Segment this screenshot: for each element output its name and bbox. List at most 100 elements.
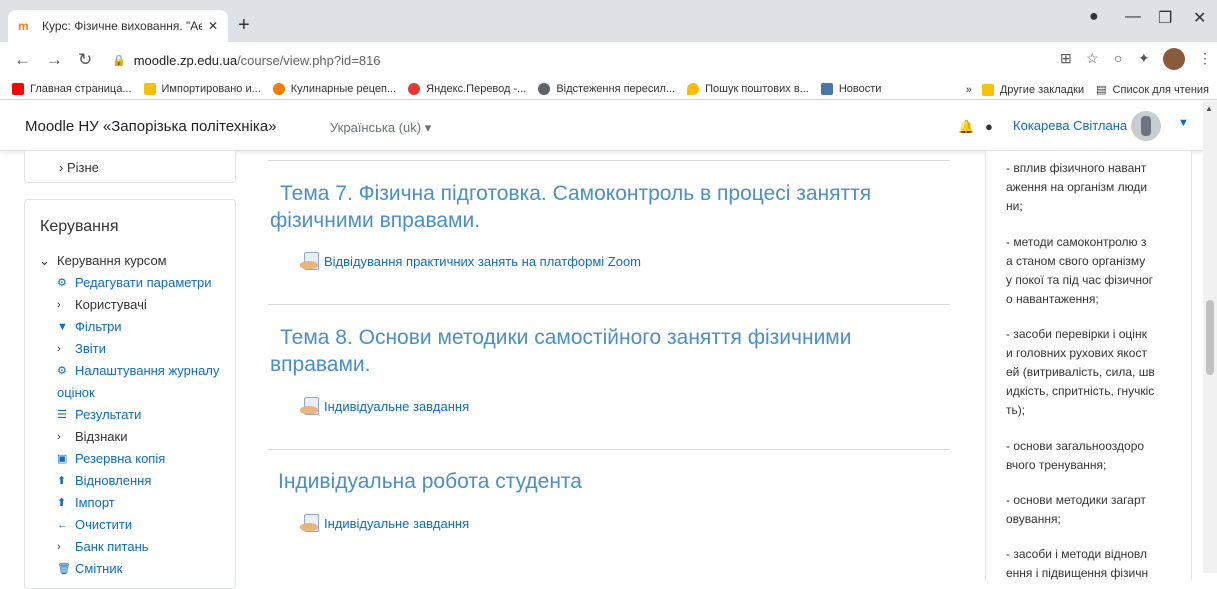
section-divider [268, 304, 950, 305]
section-title-individual-work[interactable]: Індивідуальна робота студента [278, 468, 582, 495]
administration-title: Керування [40, 218, 119, 235]
recipe-site-icon [272, 82, 285, 95]
back-arrow-icon[interactable]: ← [14, 50, 31, 70]
admin-item-backup[interactable]: ▣ Резервна копія [39, 448, 219, 470]
user-name[interactable]: Кокарева Світлана [1013, 118, 1127, 133]
section-divider [268, 449, 950, 450]
forward-arrow-icon[interactable]: → [46, 50, 63, 70]
scroll-up-arrow-icon[interactable]: ▲ [1205, 104, 1213, 113]
globe-icon [538, 82, 551, 95]
extension-icon[interactable]: ○ [1114, 50, 1122, 66]
section-title-topic-7[interactable]: Тема 7. Фізична підготовка. Самоконтроль… [270, 180, 871, 234]
puzzle-icon[interactable]: ✦ [1138, 50, 1150, 67]
new-tab-icon[interactable]: + [238, 14, 250, 37]
language-menu[interactable]: Українська (uk) ▾ [330, 120, 431, 136]
youtube-icon [12, 82, 24, 95]
admin-item-outcomes[interactable]: ☰ Результати [39, 404, 219, 426]
arrow-left-icon: ← [57, 519, 68, 531]
translate-icon[interactable]: ⊞ [1060, 50, 1072, 67]
bookmark-item[interactable]: Импортировано и... [143, 82, 261, 95]
section-divider [268, 160, 950, 161]
star-icon[interactable]: ☆ [1086, 50, 1099, 67]
bookmark-item[interactable]: Кулинарные рецеп... [272, 82, 396, 95]
browser-profile-avatar[interactable] [1163, 48, 1185, 70]
bookmarks-right: » Другие закладки ▤ Список для чтения [966, 83, 1209, 96]
minimize-icon[interactable]: — [1125, 8, 1141, 26]
bookmark-item[interactable]: Відстеження пересил... [538, 82, 675, 95]
upload-icon: ⬆ [57, 497, 67, 509]
filter-icon: ▼ [57, 321, 68, 333]
address-bar[interactable]: 🔒 moodle.zp.edu.ua/course/view.php?id=81… [112, 47, 1162, 73]
admin-item-reports[interactable]: › Звіти [39, 338, 219, 360]
reading-list[interactable]: Список для чтения [1113, 84, 1209, 96]
navigation-block: › Різне [24, 151, 236, 183]
browser-menu-icon[interactable]: ⋮ [1198, 50, 1212, 67]
bookmark-item[interactable]: Яндекс.Перевод -... [408, 82, 526, 95]
activity-individual-task[interactable]: Індивідуальне завдання [300, 397, 469, 415]
moodle-favicon-icon: m [18, 19, 29, 33]
user-menu-caret-icon[interactable]: ▼ [1178, 117, 1189, 129]
folder-icon [981, 83, 994, 96]
bookmarks-bar: Главная страница... Импортировано и... К… [0, 78, 1217, 100]
course-description-block: - вплив фізичного навант аження на орган… [985, 151, 1192, 581]
reading-list-icon: ▤ [1096, 84, 1107, 96]
admin-item-users[interactable]: › Користувачі [39, 294, 219, 316]
assignment-icon [300, 397, 320, 415]
admin-item-filters[interactable]: ▼ Фільтри [39, 316, 219, 338]
admin-item-import[interactable]: ⬆ Імпорт [39, 492, 219, 514]
admin-item-recycle-bin[interactable]: 🗑 Смітник [39, 558, 219, 580]
folder-icon [143, 82, 156, 95]
admin-item-gradebook-setup-line2[interactable]: оцінок [39, 382, 219, 404]
user-avatar[interactable] [1131, 111, 1161, 141]
trash-icon: 🗑 [57, 563, 71, 575]
address-path: /course/view.php?id=816 [237, 52, 381, 68]
gear-icon: ⚙ [57, 365, 67, 377]
bookmark-item[interactable]: Главная страница... [12, 82, 132, 95]
admin-item-gradebook-setup[interactable]: ⚙ Налаштування журналу [39, 360, 219, 382]
upload-icon: ⬆ [57, 475, 67, 487]
bookmark-item[interactable]: Пошук поштових в... [687, 82, 809, 95]
admin-item-badges[interactable]: › Відзнаки [39, 426, 219, 448]
description-paragraph: - методи самоконтролю з а станом свого о… [1006, 235, 1154, 306]
admin-item-reset[interactable]: ← Очистити [39, 514, 219, 536]
maximize-icon[interactable]: ❐ [1158, 8, 1172, 28]
assignment-icon [300, 514, 320, 532]
other-bookmarks[interactable]: Другие закладки [1000, 84, 1084, 96]
nav-item-rizne[interactable]: › Різне [59, 160, 99, 175]
chevron-right-icon: › [57, 541, 61, 553]
activity-individual-task[interactable]: Індивідуальне завдання [300, 514, 469, 532]
browser-tab[interactable]: m Курс: Фізичне виховання. "Аеро ✕ [8, 10, 228, 42]
backup-file-icon: ▣ [57, 453, 68, 465]
admin-item-edit-settings[interactable]: ⚙ Редагувати параметри [39, 272, 219, 294]
description-paragraph: - засоби і методи відновл ення і підвище… [1006, 547, 1149, 580]
reload-icon[interactable]: ↻ [78, 50, 92, 70]
description-paragraph: - вплив фізичного навант аження на орган… [1006, 161, 1148, 213]
bookmarks-overflow-icon[interactable]: » [966, 84, 972, 96]
admin-item-course-admin[interactable]: ⌄ Керування курсом [39, 250, 219, 272]
section-title-topic-8[interactable]: Тема 8. Основи методики самостійного зан… [270, 324, 851, 378]
close-tab-icon[interactable]: ✕ [208, 19, 218, 33]
vk-icon [820, 82, 833, 95]
chevron-right-icon: › [57, 299, 61, 311]
bookmark-item[interactable]: Новости [820, 82, 881, 95]
admin-item-restore[interactable]: ⬆ Відновлення [39, 470, 219, 492]
tab-title: Курс: Фізичне виховання. "Аеро [42, 19, 202, 33]
outcomes-icon: ☰ [57, 409, 67, 421]
admin-item-question-bank[interactable]: › Банк питань [39, 536, 219, 558]
close-window-icon[interactable]: ✕ [1193, 8, 1206, 28]
administration-block: Керування ⌄ Керування курсом ⚙ Редагувати … [24, 199, 236, 589]
chevron-down-icon: ⌄ [39, 253, 50, 268]
chat-icon[interactable]: ● [985, 119, 993, 134]
scrollbar-thumb[interactable] [1206, 300, 1214, 375]
description-paragraph: - засоби перевірки і оцінк и головних ру… [1006, 327, 1155, 417]
profile-dot-icon[interactable]: ● [1089, 8, 1099, 26]
site-name[interactable]: Moodle НУ «Запорізька політехніка» [25, 118, 277, 135]
lock-icon[interactable]: 🔒 [112, 54, 126, 67]
bell-icon[interactable]: 🔔 [958, 119, 974, 135]
chevron-right-icon: › [57, 343, 61, 355]
moodle-navbar: Moodle НУ «Запорізька політехніка» Украї… [0, 101, 1217, 151]
administration-list: ⌄ Керування курсом ⚙ Редагувати параметри … [39, 250, 219, 580]
location-pin-icon [687, 82, 700, 95]
gear-icon: ⚙ [57, 277, 67, 289]
activity-zoom-attendance[interactable]: Відвідування практичних занять на платфо… [300, 252, 641, 270]
